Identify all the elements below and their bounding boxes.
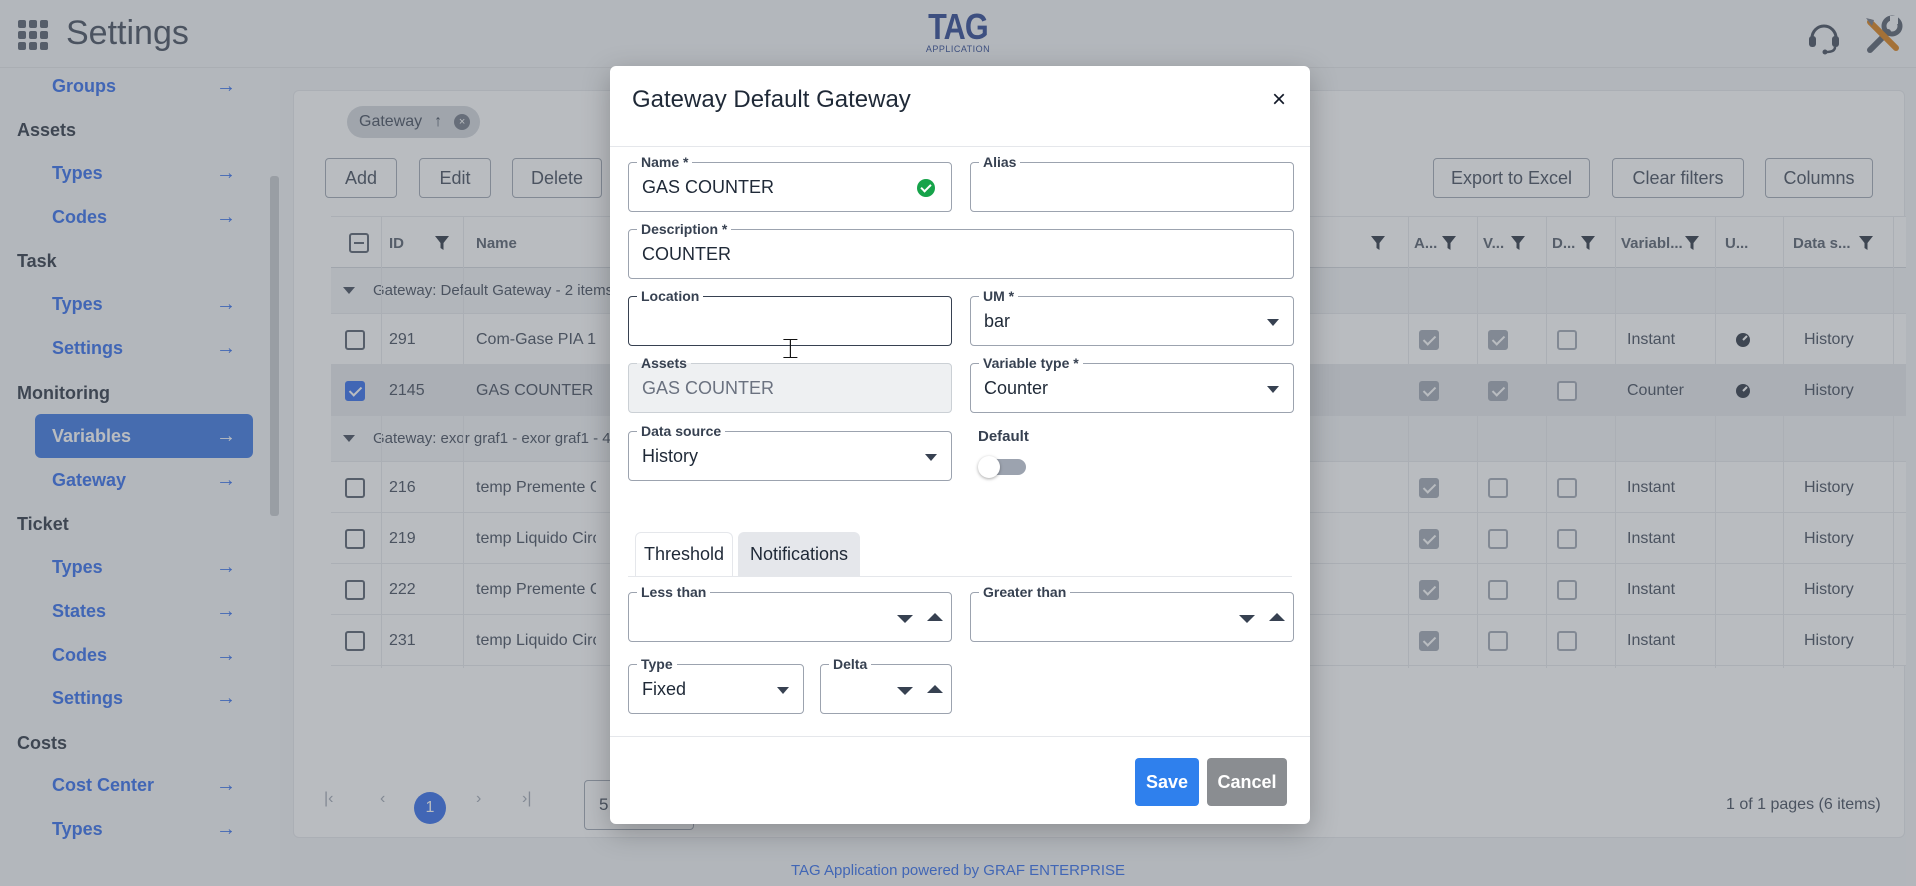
tab-notifications[interactable]: Notifications [738,532,860,576]
description-value: COUNTER [642,244,731,264]
text-cursor-icon: ⌶ [782,332,799,365]
description-label: Description * [637,221,732,237]
dialog-divider [610,736,1310,737]
name-field[interactable]: Name * GAS COUNTER [628,154,952,212]
variable-type-value: Counter [984,378,1049,398]
assets-label: Assets [637,355,691,371]
increment-icon[interactable] [927,685,943,693]
delta-label: Delta [829,656,872,672]
decrement-icon[interactable] [1239,615,1255,623]
name-label: Name * [637,154,693,170]
increment-icon[interactable] [1269,613,1285,621]
decrement-icon[interactable] [897,687,913,695]
name-value: GAS COUNTER [642,177,775,197]
alias-field[interactable]: Alias [970,154,1294,212]
location-label: Location [637,288,704,304]
decrement-icon[interactable] [897,615,913,623]
delta-field[interactable]: Delta [820,656,952,714]
greater-than-label: Greater than [979,584,1071,600]
tab-threshold[interactable]: Threshold [635,532,733,576]
data-source-select[interactable]: Data source History [628,423,952,481]
default-toggle[interactable] [978,456,1026,478]
chevron-down-icon[interactable] [777,687,789,694]
data-source-label: Data source [637,423,726,439]
um-select[interactable]: UM * bar [970,288,1294,346]
chevron-down-icon[interactable] [925,454,937,461]
description-field[interactable]: Description * COUNTER [628,221,1294,279]
greater-than-field[interactable]: Greater than [970,584,1294,642]
less-than-field[interactable]: Less than [628,584,952,642]
tab-divider [628,576,1292,577]
assets-value: GAS COUNTER [642,378,775,398]
type-select[interactable]: Type Fixed [628,656,804,714]
less-than-label: Less than [637,584,711,600]
variable-type-label: Variable type * [979,355,1083,371]
default-label: Default [978,428,1029,445]
increment-icon[interactable] [927,613,943,621]
alias-label: Alias [979,154,1021,170]
toggle-knob [978,456,1000,478]
cancel-button[interactable]: Cancel [1207,758,1287,806]
type-value: Fixed [642,679,687,699]
valid-check-icon [917,179,935,197]
variable-type-select[interactable]: Variable type * Counter [970,355,1294,413]
save-button[interactable]: Save [1135,758,1199,806]
chevron-down-icon[interactable] [1267,319,1279,326]
close-icon[interactable]: × [1272,86,1286,114]
um-label: UM * [979,288,1019,304]
chevron-down-icon[interactable] [1267,386,1279,393]
data-source-value: History [642,446,699,466]
um-value: bar [984,311,1011,331]
assets-field: Assets GAS COUNTER [628,355,952,413]
dialog-divider [610,146,1310,147]
type-label: Type [637,656,677,672]
gateway-dialog: Gateway Default Gateway × Name * GAS COU… [610,66,1310,824]
dialog-title: Gateway Default Gateway [632,86,911,113]
